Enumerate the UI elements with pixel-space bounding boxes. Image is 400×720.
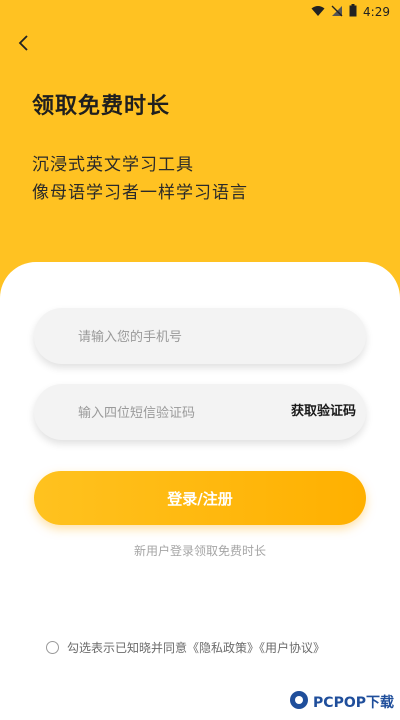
- back-button[interactable]: [8, 30, 38, 60]
- chevron-left-icon: [17, 34, 29, 56]
- verification-code-input[interactable]: [76, 384, 270, 442]
- phone-input[interactable]: [76, 308, 350, 366]
- agreement-checkbox[interactable]: [46, 641, 59, 654]
- login-page: 4:29 领取免费时长 沉浸式英文学习工具 像母语学习者一样学习语言 获取验证码…: [0, 0, 400, 720]
- watermark: PCPOP下载: [289, 690, 394, 714]
- subtitle-line-1: 沉浸式英文学习工具: [32, 155, 194, 175]
- code-field: 获取验证码: [34, 384, 366, 442]
- status-icons: 4:29: [311, 4, 390, 20]
- phone-field: [34, 308, 366, 366]
- agreement-text[interactable]: 勾选表示已知晓并同意《隐私政策》《用户协议》: [67, 639, 325, 656]
- new-user-hint: 新用户登录领取免费时长: [133, 544, 266, 558]
- signal-off-icon: [331, 5, 343, 20]
- wifi-icon: [311, 5, 325, 20]
- status-time: 4:29: [363, 5, 390, 19]
- status-bar: 4:29: [0, 0, 400, 24]
- page-title: 领取免费时长: [32, 94, 171, 119]
- login-register-button[interactable]: 登录/注册: [34, 471, 366, 525]
- subtitle-line-2: 像母语学习者一样学习语言: [32, 183, 248, 203]
- watermark-text: PCPOP下载: [313, 695, 394, 711]
- get-code-button[interactable]: 获取验证码: [291, 384, 356, 440]
- agreement-row: 勾选表示已知晓并同意《隐私政策》《用户协议》: [46, 639, 325, 656]
- battery-icon: [349, 4, 357, 20]
- pcpop-logo-icon: [289, 690, 309, 714]
